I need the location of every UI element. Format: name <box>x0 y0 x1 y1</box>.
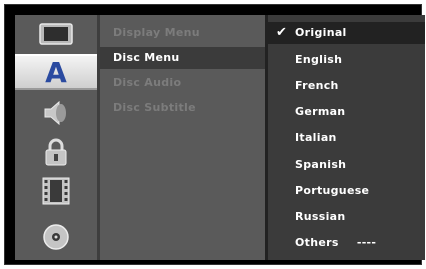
category-icon-column: A <box>15 15 97 260</box>
option-russian[interactable]: Russian <box>268 206 425 228</box>
disc-icon <box>42 223 70 251</box>
option-french[interactable]: French <box>268 75 425 97</box>
option-label: Spanish <box>295 158 347 171</box>
option-label: Italian <box>295 131 337 144</box>
language-code-field[interactable]: ---- <box>357 236 376 249</box>
language-icon: A <box>45 55 67 89</box>
language-menu-column: Display Menu Disc Menu Disc Audio Disc S… <box>97 15 268 260</box>
option-german[interactable]: German <box>268 101 425 123</box>
option-spanish[interactable]: Spanish <box>268 154 425 176</box>
audio-category-button[interactable] <box>19 100 93 126</box>
menu-item-disc-audio[interactable]: Disc Audio <box>100 72 268 94</box>
menu-item-disc-subtitle[interactable]: Disc Subtitle <box>100 97 268 119</box>
lock-icon <box>43 137 69 167</box>
film-icon <box>41 177 71 205</box>
option-original[interactable]: ✔ Original <box>268 22 425 44</box>
language-category-button[interactable]: A <box>15 54 97 90</box>
lock-category-button[interactable] <box>19 137 93 167</box>
option-label: Others <box>295 236 339 249</box>
option-label: Russian <box>295 210 346 223</box>
film-category-button[interactable] <box>19 177 93 205</box>
language-options-column: ✔ Original English French German Italian… <box>265 15 425 260</box>
display-category-button[interactable] <box>19 21 93 47</box>
option-label: Portuguese <box>295 184 370 197</box>
option-label: French <box>295 79 339 92</box>
option-label: English <box>295 53 343 66</box>
option-italian[interactable]: Italian <box>268 127 425 149</box>
menu-item-display-menu[interactable]: Display Menu <box>100 22 268 44</box>
disc-category-button[interactable] <box>19 224 93 250</box>
audio-icon <box>39 100 73 126</box>
option-portuguese[interactable]: Portuguese <box>268 180 425 202</box>
display-icon <box>39 23 73 45</box>
dvd-setup-screen: A Display Menu Disc Menu Disc Audio Disc… <box>4 4 425 265</box>
option-english[interactable]: English <box>268 49 425 71</box>
option-label: Original <box>295 26 347 39</box>
checkmark-icon: ✔ <box>276 25 288 40</box>
option-others[interactable]: Others ---- <box>268 232 425 254</box>
menu-item-disc-menu[interactable]: Disc Menu <box>100 47 268 69</box>
option-label: German <box>295 105 346 118</box>
